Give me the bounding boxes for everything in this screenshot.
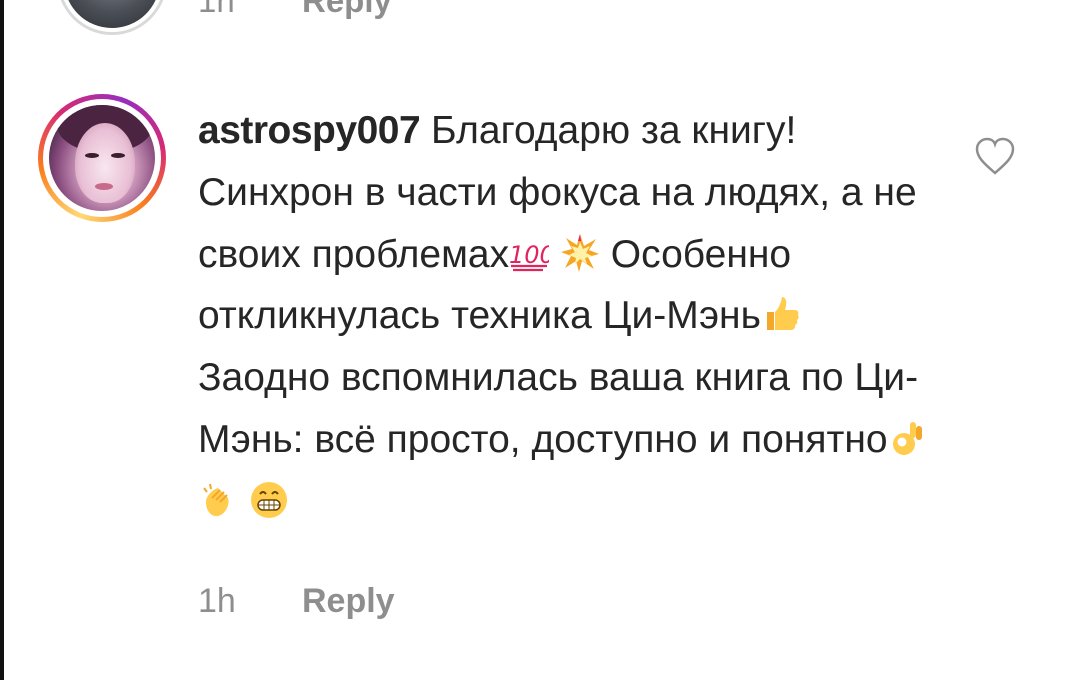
comment-username[interactable]: astrospy007 xyxy=(198,109,421,152)
previous-comment-time: 1h xyxy=(198,0,235,19)
collision-icon xyxy=(560,233,600,273)
avatar-photo xyxy=(49,105,155,211)
hundred-points-icon: 100 xyxy=(509,233,549,273)
comment-text-3: Заодно вспомнилась ваша книга по Ци-Мэнь… xyxy=(198,356,919,461)
comment-body: astrospy007 Благодарю за книгу! Синхрон … xyxy=(198,100,938,533)
thumbs-up-icon xyxy=(761,294,801,334)
heart-outline-icon[interactable] xyxy=(974,136,1016,176)
clapping-hands-icon xyxy=(198,480,238,520)
previous-comment-reply-button[interactable]: Reply xyxy=(302,0,392,20)
grinning-face-icon xyxy=(249,480,289,520)
reply-button[interactable]: Reply xyxy=(302,582,395,621)
ok-hand-icon xyxy=(888,418,928,458)
commenter-avatar[interactable] xyxy=(38,94,166,222)
left-border xyxy=(0,0,4,680)
previous-comment-avatar[interactable] xyxy=(60,0,164,32)
comment-time: 1h xyxy=(198,582,236,620)
svg-text:100: 100 xyxy=(509,241,549,269)
